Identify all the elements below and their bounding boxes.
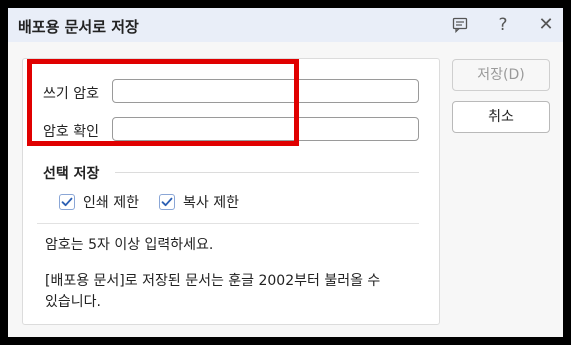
confirm-password-label: 암호 확인 xyxy=(43,124,99,140)
confirm-password-input[interactable] xyxy=(112,117,419,141)
help-button[interactable]: ? xyxy=(491,13,515,37)
cancel-button[interactable]: 취소 xyxy=(452,101,550,133)
comment-icon[interactable] xyxy=(448,13,472,37)
checkbox-box[interactable] xyxy=(59,194,75,210)
save-button[interactable]: 저장(D) xyxy=(452,59,550,91)
dialog-title: 배포용 문서로 저장 xyxy=(18,18,139,36)
copy-restrict-checkbox[interactable]: 복사 제한 xyxy=(159,192,239,212)
close-button[interactable]: ✕ xyxy=(534,13,558,37)
password-hint-text: 암호는 5자 이상 입력하세요. xyxy=(45,237,214,253)
checkmark-icon xyxy=(161,197,173,207)
save-distribution-dialog: 배포용 문서로 저장 ? ✕ 쓰기 암호 암호 확인 선택 저장 인쇄 제한 복… xyxy=(8,8,563,337)
print-restrict-label: 인쇄 제한 xyxy=(83,195,139,211)
compat-note-line2: 있습니다. xyxy=(45,294,101,310)
title-bar: 배포용 문서로 저장 ? ✕ xyxy=(8,8,563,42)
write-password-input[interactable] xyxy=(112,79,419,103)
copy-restrict-label: 복사 제한 xyxy=(183,195,239,211)
section-divider xyxy=(115,172,419,173)
options-panel: 쓰기 암호 암호 확인 선택 저장 인쇄 제한 복사 제한 암호는 5자 이상 … xyxy=(22,58,440,325)
compat-note-line1: [배포용 문서]로 저장된 문서는 훈글 2002부터 불러올 수 xyxy=(45,273,381,289)
write-password-label: 쓰기 암호 xyxy=(43,86,99,102)
section-title-optional-save: 선택 저장 xyxy=(43,166,100,182)
checkmark-icon xyxy=(61,197,73,207)
divider xyxy=(37,223,419,224)
checkbox-box[interactable] xyxy=(159,194,175,210)
print-restrict-checkbox[interactable]: 인쇄 제한 xyxy=(59,192,139,212)
